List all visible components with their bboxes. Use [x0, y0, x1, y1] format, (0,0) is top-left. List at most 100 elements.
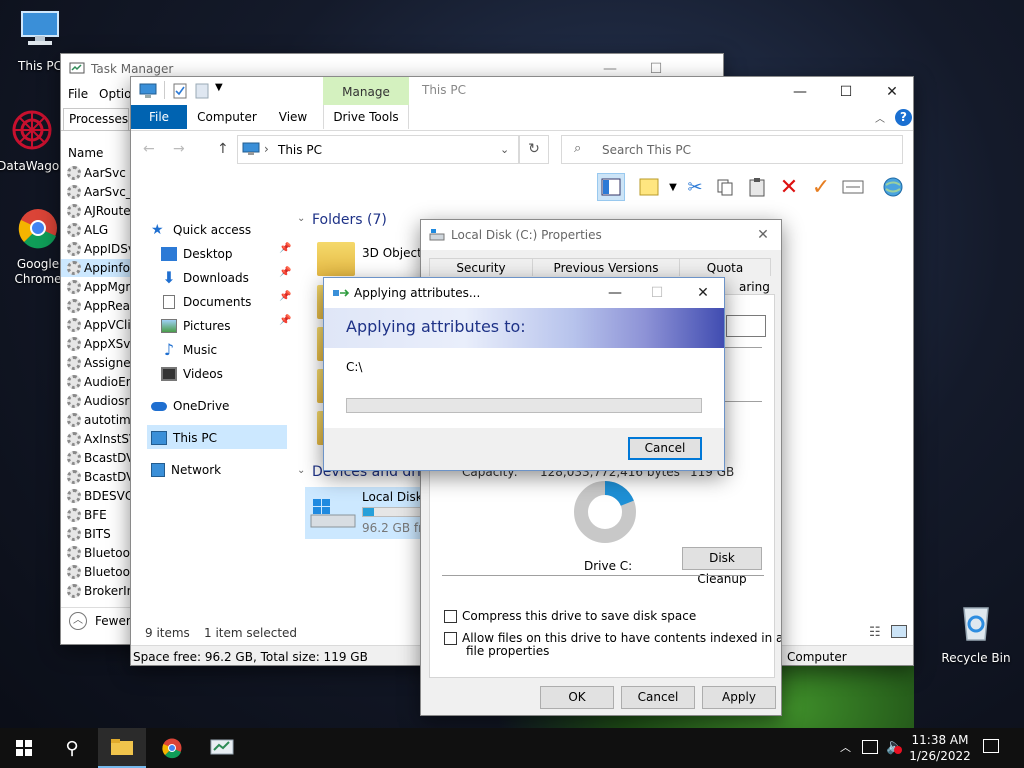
- checkmark-icon[interactable]: ✓: [807, 173, 835, 201]
- applying-cancel-button[interactable]: Cancel: [628, 437, 702, 460]
- search-box[interactable]: ⌕ Search This PC: [561, 135, 903, 164]
- refresh-icon[interactable]: ↻: [519, 135, 549, 164]
- address-bar[interactable]: › This PC ⌄: [237, 135, 519, 164]
- rename-icon[interactable]: [839, 173, 867, 201]
- details-view-icon[interactable]: ☷: [869, 625, 881, 640]
- service-row[interactable]: Audiosrv: [67, 392, 136, 410]
- nav-pictures[interactable]: Pictures: [161, 315, 231, 337]
- drive-name-input[interactable]: [726, 315, 766, 337]
- compress-row[interactable]: Compress this drive to save disk space: [444, 609, 696, 623]
- network-icon[interactable]: [862, 740, 878, 754]
- address-dropdown-icon[interactable]: ⌄: [500, 143, 509, 156]
- delete-icon[interactable]: ✕: [775, 173, 803, 201]
- tab-quota[interactable]: Quota: [679, 258, 771, 276]
- service-row[interactable]: AppXSvc: [67, 335, 137, 353]
- service-row[interactable]: Bluetoot: [67, 563, 135, 581]
- fewer-details-link[interactable]: Fewer: [95, 614, 131, 628]
- tab-processes[interactable]: Processes: [63, 108, 129, 130]
- nav-videos[interactable]: Videos: [161, 363, 223, 385]
- new-folder-icon[interactable]: [195, 83, 209, 99]
- collapse-chevron-icon[interactable]: ⌄: [297, 465, 305, 476]
- forward-arrow-icon[interactable]: →: [173, 141, 185, 157]
- local-disk-tile[interactable]: Local Disk ( 96.2 GB free: [305, 487, 438, 539]
- ok-button[interactable]: OK: [540, 686, 614, 709]
- service-row[interactable]: AarSvc_4: [67, 183, 139, 201]
- minimize-icon[interactable]: —: [592, 278, 638, 308]
- pin-icon[interactable]: 📌: [279, 267, 291, 278]
- column-header-name[interactable]: Name: [68, 146, 103, 160]
- cancel-button[interactable]: Cancel: [621, 686, 695, 709]
- applying-titlebar[interactable]: Applying attributes... — ☐ ✕: [324, 278, 724, 308]
- service-row[interactable]: ALG: [67, 221, 108, 239]
- index-row[interactable]: Allow files on this drive to have conten…: [444, 631, 781, 645]
- service-row[interactable]: BrokerInf: [67, 582, 138, 600]
- paste-icon[interactable]: [743, 173, 771, 201]
- taskbar-chrome[interactable]: [148, 728, 196, 768]
- service-row[interactable]: BFE: [67, 506, 107, 524]
- nav-desktop[interactable]: Desktop: [161, 243, 233, 265]
- pin-icon[interactable]: 📌: [279, 315, 291, 326]
- ribbon-expand-icon[interactable]: ︿: [875, 110, 885, 125]
- taskbar-explorer[interactable]: [98, 728, 146, 768]
- nav-network[interactable]: Network: [151, 459, 221, 481]
- service-row[interactable]: AppRead: [67, 297, 138, 315]
- menu-options[interactable]: Optio: [99, 87, 131, 101]
- tab-sharing[interactable]: aring: [739, 280, 770, 294]
- applying-attributes-window[interactable]: Applying attributes... — ☐ ✕ Applying at…: [323, 277, 725, 471]
- notifications-icon[interactable]: [983, 739, 999, 753]
- service-row[interactable]: Assigned: [67, 354, 138, 372]
- globe-icon[interactable]: [879, 173, 907, 201]
- chevron-up-icon[interactable]: ︿: [840, 739, 851, 755]
- nav-documents[interactable]: Documents: [161, 291, 251, 313]
- collapse-chevron-icon[interactable]: ⌄: [297, 213, 305, 224]
- large-icons-view-icon[interactable]: [891, 625, 907, 638]
- pin-icon[interactable]: 📌: [279, 291, 291, 302]
- close-icon[interactable]: ✕: [680, 278, 724, 308]
- index-checkbox[interactable]: [444, 632, 457, 645]
- nav-this-pc[interactable]: This PC: [151, 427, 217, 449]
- compress-checkbox[interactable]: [444, 610, 457, 623]
- cut-icon[interactable]: ✂: [681, 173, 709, 201]
- service-row[interactable]: Bluetoot: [67, 544, 135, 562]
- desktop-icon-recycle-bin[interactable]: Recycle Bin: [936, 600, 1016, 665]
- up-arrow-icon[interactable]: ↑: [217, 141, 229, 157]
- apply-button[interactable]: Apply: [702, 686, 776, 709]
- tab-computer[interactable]: Computer: [193, 105, 261, 129]
- folder-3d-objects[interactable]: 3D Objects: [362, 246, 428, 260]
- close-icon[interactable]: ✕: [743, 220, 781, 250]
- folders-header[interactable]: Folders (7): [312, 212, 387, 228]
- tab-file[interactable]: File: [131, 105, 187, 129]
- service-row[interactable]: BITS: [67, 525, 111, 543]
- explorer-titlebar[interactable]: ▼ Manage This PC — ☐ ✕: [131, 77, 913, 107]
- search-icon[interactable]: ⚲: [48, 728, 96, 768]
- close-icon[interactable]: ✕: [869, 77, 913, 107]
- clock[interactable]: 11:38 AM 1/26/2022: [908, 732, 972, 764]
- service-row[interactable]: AppVClie: [67, 316, 138, 334]
- service-row[interactable]: AJRouter: [67, 202, 136, 220]
- maximize-icon[interactable]: ☐: [634, 278, 680, 308]
- chevron-up-icon[interactable]: ︿: [69, 612, 87, 630]
- pin-icon[interactable]: 📌: [279, 243, 291, 254]
- tab-view[interactable]: View: [269, 105, 317, 129]
- tab-security[interactable]: Security: [429, 258, 533, 276]
- nav-onedrive[interactable]: OneDrive: [151, 395, 229, 417]
- minimize-icon[interactable]: —: [777, 77, 823, 107]
- nav-downloads[interactable]: ⬇ Downloads: [161, 267, 249, 289]
- nav-quick-access[interactable]: ★ Quick access: [151, 219, 251, 241]
- help-icon[interactable]: ?: [895, 109, 912, 126]
- service-row[interactable]: autotime: [67, 411, 138, 429]
- maximize-icon[interactable]: ☐: [823, 77, 869, 107]
- preview-pane-icon[interactable]: [597, 173, 625, 201]
- taskbar-task-manager[interactable]: [198, 728, 246, 768]
- service-row[interactable]: Appinfo: [61, 259, 131, 277]
- menu-file[interactable]: File: [68, 87, 88, 101]
- properties-check-icon[interactable]: [173, 83, 187, 99]
- service-list[interactable]: AarSvc AarSvc_4 AJRouter ALG AppIDSvc Appinfo…: [61, 164, 143, 602]
- copy-icon[interactable]: [711, 173, 739, 201]
- qat-dropdown-icon[interactable]: ▼: [215, 82, 223, 93]
- properties-titlebar[interactable]: Local Disk (C:) Properties ✕: [421, 220, 781, 250]
- tab-drive-tools[interactable]: Drive Tools: [323, 105, 409, 129]
- service-row[interactable]: BDESVC: [67, 487, 133, 505]
- nav-music[interactable]: ♪ Music: [161, 339, 217, 361]
- start-button[interactable]: [0, 728, 48, 768]
